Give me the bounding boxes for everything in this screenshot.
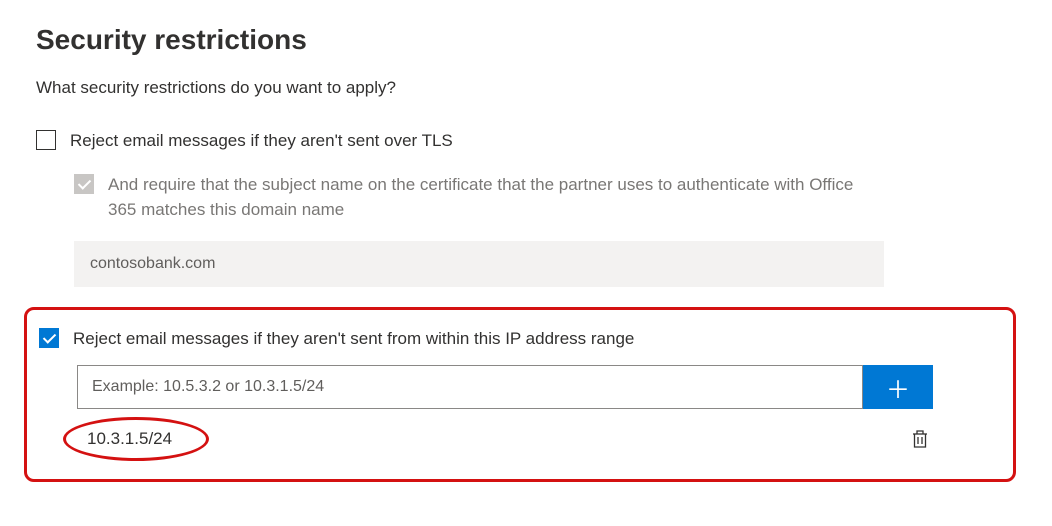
page-title: Security restrictions: [36, 24, 1016, 56]
ip-input-row: ＋: [77, 365, 933, 409]
ip-entry-value: 10.3.1.5/24: [77, 425, 182, 453]
page-subtitle: What security restrictions do you want t…: [36, 78, 1016, 98]
tls-domain-input[interactable]: [74, 241, 884, 287]
tls-cert-label: And require that the subject name on the…: [108, 172, 868, 223]
ip-list-item: 10.3.1.5/24: [77, 425, 933, 453]
ip-input[interactable]: [77, 365, 863, 409]
ip-label: Reject email messages if they aren't sen…: [73, 326, 634, 352]
tls-nested-block: And require that the subject name on the…: [74, 172, 1016, 287]
ip-checkbox[interactable]: [39, 328, 59, 348]
add-ip-button[interactable]: ＋: [863, 365, 933, 409]
annotation-highlight-box: Reject email messages if they aren't sen…: [24, 307, 1016, 483]
trash-icon: [911, 429, 929, 449]
tls-cert-checkbox: [74, 174, 94, 194]
tls-checkbox[interactable]: [36, 130, 56, 150]
plus-icon: ＋: [886, 370, 910, 405]
delete-ip-button[interactable]: [907, 425, 933, 453]
ip-option-row: Reject email messages if they aren't sen…: [39, 326, 1001, 352]
tls-option-row: Reject email messages if they aren't sen…: [36, 128, 1016, 154]
tls-label: Reject email messages if they aren't sen…: [70, 128, 453, 154]
